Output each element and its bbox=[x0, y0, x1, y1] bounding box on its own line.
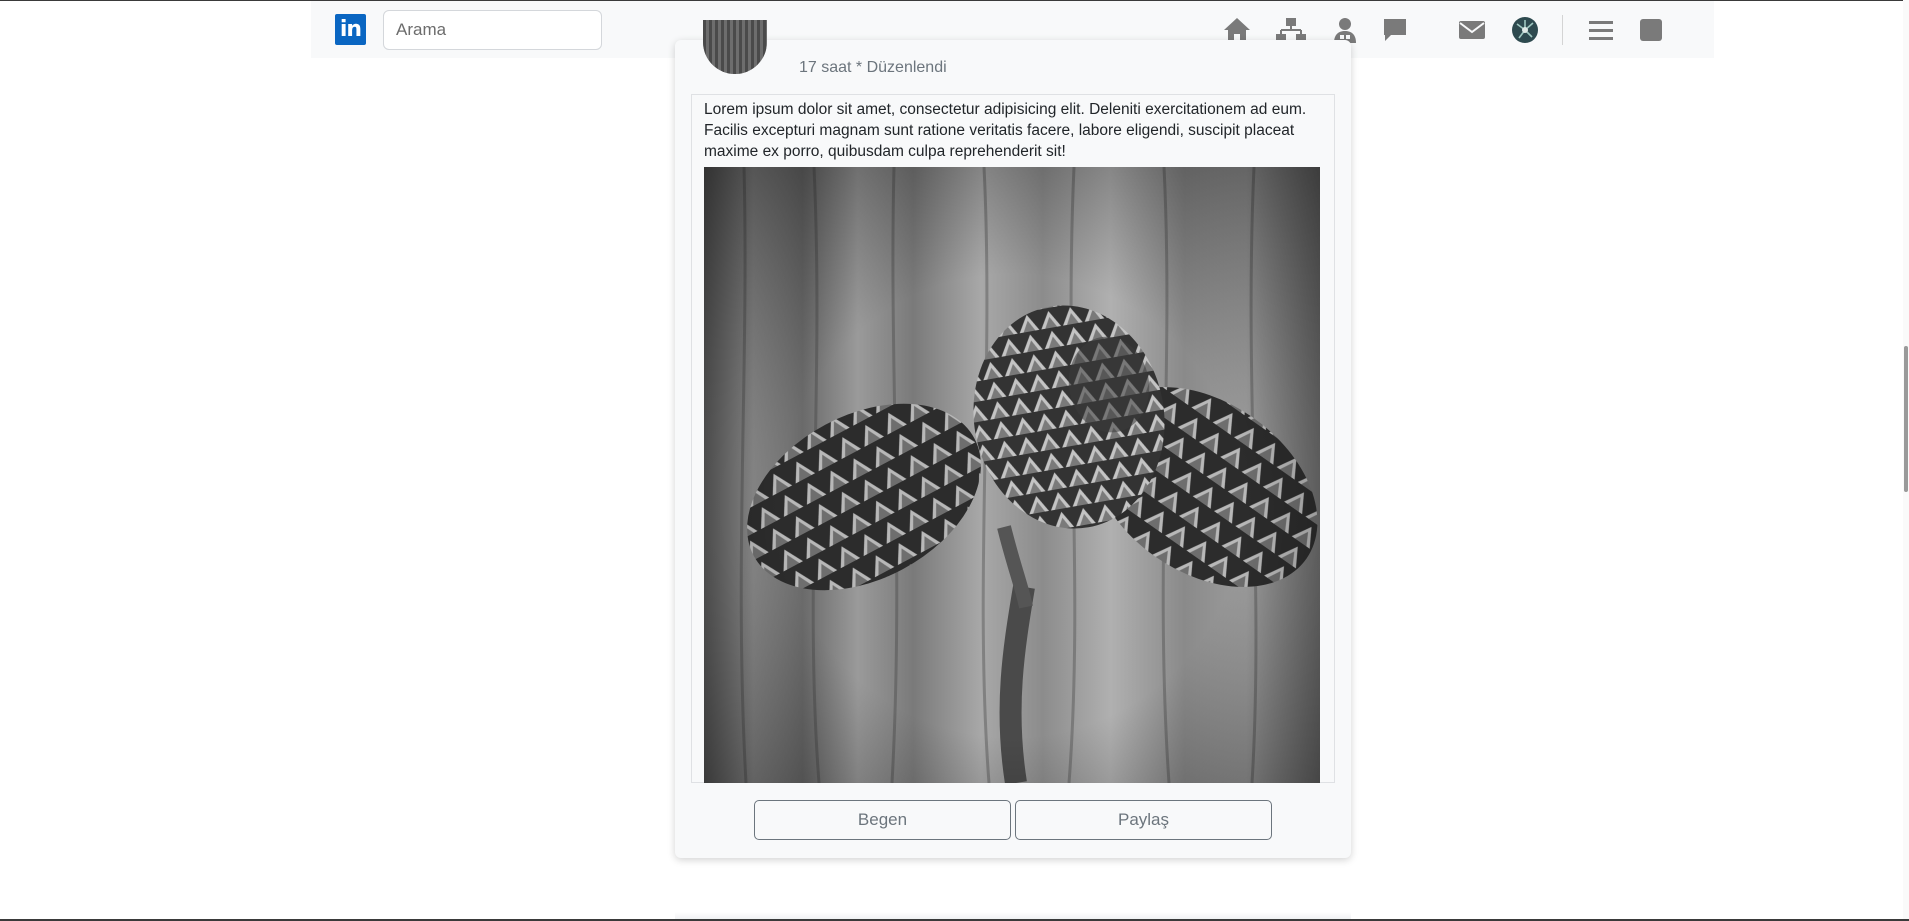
post-content: Lorem ipsum dolor sit amet, consectetur … bbox=[691, 94, 1335, 783]
share-button[interactable]: Paylaş bbox=[1015, 800, 1272, 840]
post-text: Lorem ipsum dolor sit amet, consectetur … bbox=[704, 101, 1307, 160]
post-meta: 17 saat * Düzenlendi bbox=[799, 59, 947, 76]
post-card: 17 saat * Düzenlendi Lorem ipsum dolor s… bbox=[675, 20, 1351, 858]
like-button[interactable]: Begen bbox=[754, 800, 1011, 840]
search-input[interactable] bbox=[383, 10, 602, 50]
work-square-icon[interactable] bbox=[1635, 15, 1667, 45]
linkedin-logo[interactable]: in bbox=[335, 14, 366, 45]
nav-divider bbox=[1562, 15, 1563, 45]
post-author-avatar[interactable] bbox=[703, 20, 767, 74]
messaging-icon[interactable] bbox=[1379, 15, 1411, 45]
menu-icon[interactable] bbox=[1585, 15, 1617, 45]
mail-icon[interactable] bbox=[1456, 15, 1488, 45]
scrollbar-thumb[interactable] bbox=[1904, 346, 1908, 492]
profile-avatar[interactable] bbox=[1509, 15, 1541, 45]
post-photo-pinecones[interactable] bbox=[704, 167, 1320, 783]
